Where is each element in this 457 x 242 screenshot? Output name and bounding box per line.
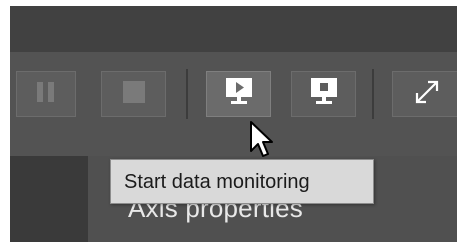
monitoring-toolbar xyxy=(10,52,457,156)
start-data-monitoring-button[interactable] xyxy=(206,71,271,117)
pause-button[interactable] xyxy=(16,71,76,117)
monitor-play-icon xyxy=(225,78,252,110)
toolbar-divider xyxy=(372,69,374,119)
pause-icon xyxy=(36,81,56,108)
expand-icon xyxy=(413,78,441,111)
top-bar xyxy=(10,6,457,52)
toolbar-divider xyxy=(186,69,188,119)
left-panel xyxy=(10,156,88,242)
fullscreen-button[interactable] xyxy=(392,71,457,117)
monitor-stop-icon xyxy=(310,78,337,110)
stop-data-monitoring-button[interactable] xyxy=(291,71,356,117)
stop-icon xyxy=(122,80,146,109)
tooltip: Start data monitoring xyxy=(110,159,374,204)
mouse-cursor-icon xyxy=(249,120,275,165)
stop-button[interactable] xyxy=(101,71,166,117)
app-window: Axis properties xyxy=(10,6,457,242)
